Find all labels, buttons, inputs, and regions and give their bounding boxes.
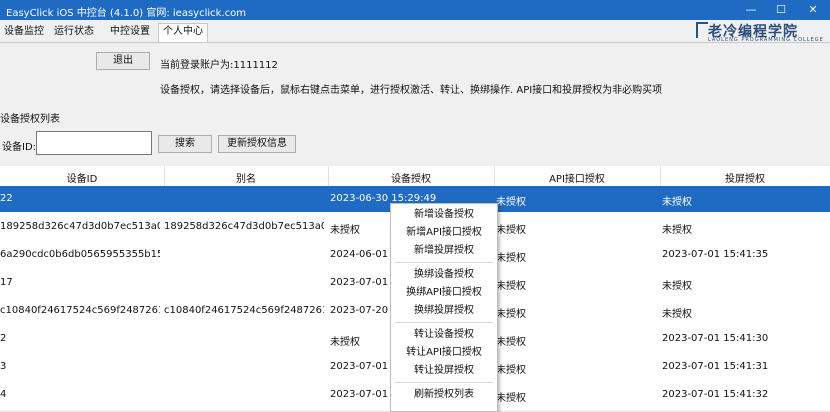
screencast-auth-cell: 未授权	[662, 197, 692, 208]
col-header-alias[interactable]: 别名	[164, 170, 328, 185]
screencast-auth-cell: 未授权	[662, 309, 692, 320]
api-auth-cell: 未授权	[496, 253, 526, 264]
context-menu-item[interactable]: 转让API接口授权	[391, 344, 497, 362]
search-button[interactable]: 搜索	[158, 135, 212, 153]
device-id-cell: 189258d326c47d3d0b7ec513a00...	[0, 221, 160, 232]
tab-run-status[interactable]: 运行状态	[50, 24, 98, 40]
context-menu: 新增设备授权 新增API接口授权 新增投屏授权 换绑设备授权 换绑API接口授权 换绑投屏…	[390, 203, 498, 412]
tab-device-monitor[interactable]: 设备监控	[0, 24, 48, 40]
tab-personal-center[interactable]: 个人中心	[158, 23, 208, 42]
device-id-cell: 22	[0, 193, 13, 204]
logout-button[interactable]: 退出	[96, 52, 150, 70]
api-auth-cell: 未授权	[496, 393, 526, 404]
api-auth-cell: 未授权	[496, 365, 526, 376]
device-id-cell: 2	[0, 333, 7, 344]
login-account-text: 当前登录账户为:1111112	[160, 60, 278, 71]
context-menu-item[interactable]: 新增API接口授权	[391, 224, 497, 242]
tab-control-settings[interactable]: 中控设置	[106, 24, 154, 40]
device-id-cell: 6a290cdc0b6db0565955355b157...	[0, 249, 160, 260]
device-id-search-input[interactable]	[36, 131, 152, 155]
device-id-cell: c10840f24617524c569f2487261ab...	[0, 305, 160, 316]
screencast-auth-cell: 2023-07-01 15:41:35	[662, 249, 769, 260]
window-title: EasyClick iOS 中控台 (4.1.0) 官网: ieasyclick…	[6, 8, 246, 19]
context-menu-item[interactable]: 新增投屏授权	[391, 242, 497, 260]
screencast-auth-cell: 未授权	[662, 225, 692, 236]
license-tip-text: 设备授权，请选择设备后，鼠标右键点击菜单，进行授权激活、转让、换绑操作. API…	[160, 85, 663, 96]
close-button[interactable]: ✕	[798, 0, 828, 20]
context-menu-item[interactable]: 换绑API接口授权	[391, 284, 497, 302]
table-header: 设备ID 别名 设备授权 API接口授权 投屏授权	[0, 166, 830, 187]
api-auth-cell: 未授权	[496, 309, 526, 320]
title-bar: EasyClick iOS 中控台 (4.1.0) 官网: ieasyclick…	[0, 0, 830, 20]
screencast-auth-cell: 2023-07-01 15:41:30	[662, 333, 769, 344]
context-menu-item[interactable]: 转让投屏授权	[391, 362, 497, 380]
api-auth-cell: 未授权	[496, 225, 526, 236]
device-id-cell: 4	[0, 389, 7, 400]
context-menu-item[interactable]: 换绑投屏授权	[391, 302, 497, 320]
brand-logo: 老冷编程学院 LAOLENG PROGRAMMING COLLEGE	[694, 20, 828, 44]
minimize-button[interactable]: —	[736, 0, 766, 20]
context-menu-item[interactable]: 换绑设备授权	[391, 266, 497, 284]
context-menu-item[interactable]: 新增设备授权	[391, 206, 497, 224]
menu-separator	[395, 262, 493, 263]
screencast-auth-cell: 2023-07-01 15:41:31	[662, 361, 769, 372]
col-header-screencast-auth[interactable]: 投屏授权	[660, 170, 830, 185]
logo-subtitle: LAOLENG PROGRAMMING COLLEGE	[708, 37, 824, 43]
col-header-device-id[interactable]: 设备ID	[0, 170, 164, 185]
api-auth-cell: 未授权	[496, 281, 526, 292]
maximize-button[interactable]: ☐	[766, 0, 796, 20]
device-id-label: 设备ID:	[2, 142, 37, 153]
context-menu-item[interactable]: 刷新授权列表	[391, 386, 497, 404]
logo-mark-icon	[696, 22, 708, 38]
device-id-cell: 3	[0, 361, 7, 372]
screencast-auth-cell: 未授权	[662, 281, 692, 292]
api-auth-cell: 未授权	[496, 197, 526, 208]
alias-cell: c10840f24617524c569f2487261ab...	[164, 305, 324, 316]
context-menu-item[interactable]: 转让设备授权	[391, 326, 497, 344]
refresh-auth-button[interactable]: 更新授权信息	[218, 135, 296, 153]
auth-list-label: 设备授权列表	[0, 114, 60, 125]
device-id-cell: 17	[0, 277, 13, 288]
menu-separator	[395, 322, 493, 323]
col-header-device-auth[interactable]: 设备授权	[328, 170, 494, 185]
api-auth-cell: 未授权	[496, 337, 526, 348]
alias-cell: 189258d326c47d3d0b7ec513a006...	[164, 221, 324, 232]
menu-separator	[395, 382, 493, 383]
screencast-auth-cell: 2023-07-01 15:41:32	[662, 389, 769, 400]
col-header-api-auth[interactable]: API接口授权	[494, 170, 660, 185]
